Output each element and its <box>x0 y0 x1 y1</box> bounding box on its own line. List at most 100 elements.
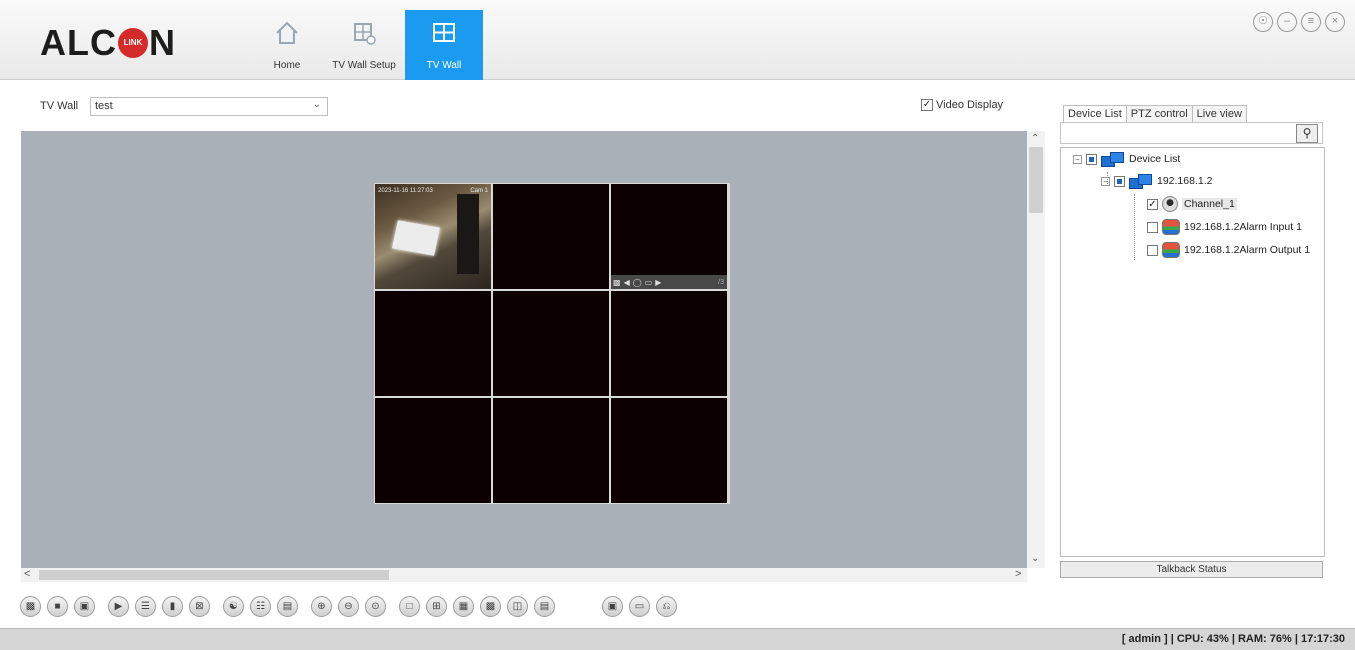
tree-checkbox[interactable] <box>1147 244 1158 256</box>
video-camera-icon[interactable]: ▶ <box>108 596 129 617</box>
tree-checkbox[interactable]: ✓ <box>1147 198 1158 210</box>
tree-label: Device List <box>1129 153 1181 165</box>
scroll-right-icon[interactable]: > <box>1015 568 1021 580</box>
nav-tv-wall-label: TV Wall <box>426 60 462 71</box>
camera-dark-object <box>457 194 479 274</box>
status-bar: [ admin ] | CPU: 43% | RAM: 76% | 17:17:… <box>0 628 1355 650</box>
video-cell-3[interactable]: ▩ ◀ ◯ ▭ ▶ /3 <box>611 184 727 289</box>
alarm-input-icon <box>1162 219 1180 235</box>
record-icon[interactable]: ◯ <box>633 278 642 287</box>
status-text: [ admin ] | CPU: 43% | RAM: 76% | 17:17:… <box>1121 633 1345 645</box>
minimize-icon[interactable]: – <box>1277 12 1297 32</box>
tab-device-list[interactable]: Device List <box>1063 105 1127 123</box>
device-search-input[interactable] <box>1060 122 1323 144</box>
layout-9-icon[interactable]: ▦ <box>453 596 474 617</box>
tree-label: Channel_1 <box>1182 198 1237 210</box>
record-icon[interactable]: ■ <box>47 596 68 617</box>
logo-badge: LINK <box>118 28 148 58</box>
nav-home[interactable]: Home <box>262 10 312 80</box>
horizontal-scroll-thumb[interactable] <box>39 570 389 580</box>
monitor-icon[interactable]: ▭ <box>629 596 650 617</box>
talkback-status-button[interactable]: Talkback Status <box>1060 561 1323 578</box>
video-cell-5[interactable] <box>493 291 609 396</box>
tree-node-alarm-input[interactable]: 192.168.1.2Alarm Input 1 <box>1147 219 1302 235</box>
restore-icon[interactable]: ≡ <box>1301 12 1321 32</box>
network-icon <box>1101 152 1125 167</box>
tree-checkbox[interactable] <box>1114 175 1125 187</box>
play-icon[interactable]: ▶ <box>655 278 661 287</box>
scroll-left-icon[interactable]: < <box>24 568 30 580</box>
video-cell-8[interactable] <box>493 398 609 503</box>
tv-wall-select[interactable]: test ⌄ <box>90 97 328 116</box>
video-display-toggle[interactable]: ✓ Video Display <box>921 99 1003 111</box>
tree-checkbox[interactable] <box>1086 153 1097 165</box>
logo-text-right: N <box>149 22 176 63</box>
zoom-out-icon[interactable]: ⊖ <box>338 596 359 617</box>
vertical-scrollbar[interactable]: ⌃ ⌄ <box>1027 131 1045 568</box>
snapshot-icon[interactable]: ▩ <box>20 596 41 617</box>
fullscreen-icon[interactable]: ▭ <box>645 278 653 287</box>
tree-label: 192.168.1.2Alarm Input 1 <box>1184 221 1302 233</box>
video-cell-9[interactable] <box>611 398 727 503</box>
home-icon <box>274 16 300 50</box>
search-icon[interactable]: ⚲ <box>1296 124 1318 143</box>
tree-node-alarm-output[interactable]: 192.168.1.2Alarm Output 1 <box>1147 242 1310 258</box>
tree-node-root[interactable]: − Device List <box>1073 152 1181 167</box>
horizontal-scrollbar[interactable]: < > <box>21 568 1027 582</box>
collapse-icon[interactable]: − <box>1073 154 1082 164</box>
video-cell-1[interactable]: 2023-11-16 11:27:03 Cam 1 <box>375 184 491 289</box>
tab-ptz-control[interactable]: PTZ control <box>1125 105 1193 123</box>
cell-number: /3 <box>718 278 724 286</box>
vertical-scroll-thumb[interactable] <box>1029 147 1043 213</box>
video-grid: 2023-11-16 11:27:03 Cam 1 ▩ ◀ ◯ ▭ ▶ /3 <box>374 183 730 504</box>
zoom-reset-icon[interactable]: ⊙ <box>365 596 386 617</box>
close-icon[interactable]: × <box>1325 12 1345 32</box>
wall-setup-icon <box>351 16 377 50</box>
snapshot-icon[interactable]: ▩ <box>613 278 621 287</box>
video-cell-4[interactable] <box>375 291 491 396</box>
tv-wall-selected-value: test <box>95 100 113 112</box>
network-icon <box>1129 174 1153 189</box>
layout-4-icon[interactable]: ⊞ <box>426 596 447 617</box>
video-display-checkbox[interactable]: ✓ <box>921 99 933 111</box>
device-tree: − Device List − 192.168.1.2 ✓ Channel_1 … <box>1060 147 1325 557</box>
layout-16-icon[interactable]: ▩ <box>480 596 501 617</box>
grid-close-icon[interactable]: ⊠ <box>189 596 210 617</box>
nav-tv-wall-setup-label: TV Wall Setup <box>332 60 396 71</box>
stream-icon[interactable]: ☰ <box>135 596 156 617</box>
video-cell-6[interactable] <box>611 291 727 396</box>
network-tree-icon[interactable]: ☯ <box>223 596 244 617</box>
export-icon[interactable]: ⎌ <box>656 596 677 617</box>
collapse-icon[interactable]: − <box>1101 176 1110 186</box>
split-icon[interactable]: ▮ <box>162 596 183 617</box>
layout-wide-icon[interactable]: ▤ <box>534 596 555 617</box>
app-window: ALC LINK N Home TV Wall Setup TV Wall ☉ – … <box>0 0 1355 650</box>
layout-1-icon[interactable]: □ <box>399 596 420 617</box>
header-bar: ALC LINK N Home TV Wall Setup TV Wall ☉ – … <box>0 0 1355 80</box>
hierarchy-icon[interactable]: ☷ <box>250 596 271 617</box>
nav-tv-wall-setup[interactable]: TV Wall Setup <box>328 10 400 80</box>
alcon-logo: ALC LINK N <box>40 22 176 64</box>
tree-node-device[interactable]: − 192.168.1.2 <box>1101 174 1213 189</box>
tv-wall-icon <box>432 16 456 50</box>
nav-tv-wall[interactable]: TV Wall <box>405 10 483 80</box>
tab-live-view[interactable]: Live view <box>1191 105 1247 123</box>
volume-icon[interactable]: ◀ <box>624 278 630 287</box>
window-controls: ☉ – ≡ × <box>1253 12 1345 32</box>
osd-channel-name: Cam 1 <box>470 188 488 194</box>
screen-icon[interactable]: ▣ <box>602 596 623 617</box>
zoom-in-icon[interactable]: ⊕ <box>311 596 332 617</box>
layout-custom-icon[interactable]: ◫ <box>507 596 528 617</box>
video-cell-2[interactable] <box>493 184 609 289</box>
document-icon[interactable]: ▤ <box>277 596 298 617</box>
stop-all-icon[interactable]: ▣ <box>74 596 95 617</box>
video-cell-7[interactable] <box>375 398 491 503</box>
tree-label: 192.168.1.2 <box>1157 175 1213 187</box>
scroll-down-icon[interactable]: ⌄ <box>1031 553 1039 564</box>
tree-checkbox[interactable] <box>1147 221 1158 233</box>
tree-node-channel[interactable]: ✓ Channel_1 <box>1147 196 1237 212</box>
logo-text-left: ALC <box>40 22 117 63</box>
scroll-up-icon[interactable]: ⌃ <box>1031 133 1039 144</box>
lock-icon[interactable]: ☉ <box>1253 12 1273 32</box>
panel-tabs: Device List PTZ control Live view <box>1063 105 1247 123</box>
